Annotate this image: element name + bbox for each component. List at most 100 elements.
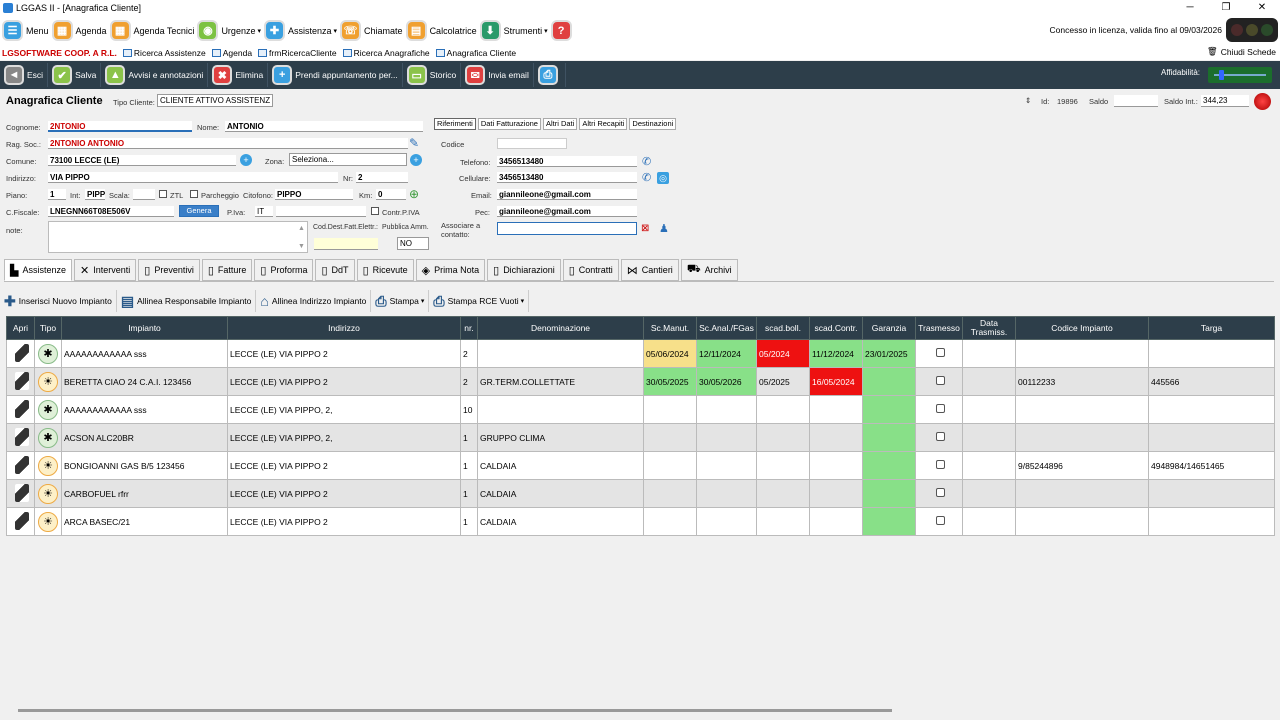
close-all-tabs-button[interactable]: 🗑 Chiudi Schede (1207, 46, 1276, 57)
trasmesso-cell[interactable] (915, 507, 963, 536)
contr-piva-checkbox[interactable] (371, 207, 379, 215)
close-window-button[interactable]: ✕ (1244, 0, 1280, 16)
genera-button[interactable]: Genera (179, 205, 219, 217)
table-row[interactable]: ✱ AAAAAAAAAAAA sss LECCE (LE) VIA PIPPO 22… (6, 339, 1275, 368)
tipo-cliente-select[interactable]: CLIENTE ATTIVO ASSISTENZ (157, 94, 273, 107)
menu-item-6[interactable]: ▤ Calcolatrice (405, 18, 477, 44)
ref-tab-4[interactable]: Destinazioni (629, 118, 677, 130)
open-tab-1[interactable]: Agenda (211, 48, 252, 58)
module-tab-7[interactable]: ◈ Prima Nota (415, 259, 486, 281)
open-tab-4[interactable]: Anagrafica Cliente (435, 48, 516, 58)
column-header[interactable]: Indirizzo (227, 316, 461, 340)
pubblica-select[interactable]: NO (397, 237, 429, 250)
module-tab-2[interactable]: ▯ Preventivi (138, 259, 200, 281)
edit-pencil-icon[interactable] (14, 371, 29, 390)
table-row[interactable]: ☀ BERETTA CIAO 24 C.A.I. 123456 LECCE (LE)… (6, 367, 1275, 396)
open-cell[interactable] (6, 479, 35, 508)
action-button-6[interactable]: ✉ Invia email (465, 63, 534, 87)
open-cell[interactable] (6, 423, 35, 452)
edit-pencil-icon[interactable] (14, 483, 29, 502)
menu-item-2[interactable]: ▦ Agenda Tecnici (109, 18, 194, 44)
table-row[interactable]: ☀ BONGIOANNI GAS B/5 123456 LECCE (LE) VIA… (6, 451, 1275, 480)
column-header[interactable]: Sc.Manut. (643, 316, 697, 340)
codice-field[interactable] (497, 138, 567, 149)
trasmesso-cell[interactable] (915, 451, 963, 480)
affidabilita-slider[interactable] (1208, 67, 1272, 83)
column-header[interactable]: Trasmesso (915, 316, 963, 340)
parcheggio-checkbox[interactable] (190, 190, 198, 198)
trasmesso-cell[interactable] (915, 367, 963, 396)
module-tab-3[interactable]: ▯ Fatture (201, 259, 253, 281)
column-header[interactable]: scad.boll. (756, 316, 810, 340)
associare-field[interactable] (497, 222, 637, 235)
ref-tab-2[interactable]: Altri Dati (542, 118, 578, 130)
ref-tab-0[interactable]: Riferimenti (434, 118, 476, 130)
trasmesso-checkbox[interactable] (935, 516, 945, 525)
scala-field[interactable] (133, 189, 155, 200)
nr-field[interactable]: 2 (356, 172, 408, 183)
impianti-action-3[interactable]: ⎙ Stampa ▾ (375, 290, 430, 312)
module-tab-8[interactable]: ▯ Dichiarazioni (487, 259, 561, 281)
column-header[interactable]: Garanzia (862, 316, 916, 340)
edit-pencil-icon[interactable] (14, 427, 29, 446)
module-tab-1[interactable]: ✕ Interventi (74, 259, 137, 281)
trasmesso-checkbox[interactable] (935, 488, 945, 497)
clear-contact-icon[interactable]: ⊠ (641, 223, 649, 234)
slider-thumb[interactable] (1218, 70, 1224, 80)
column-header[interactable]: Apri (6, 316, 35, 340)
telefono-field[interactable]: 3456513480 (497, 156, 637, 167)
cod-dest-field[interactable] (314, 238, 378, 250)
column-header[interactable]: Denominazione (477, 316, 644, 340)
add-zona-icon[interactable]: + (410, 154, 422, 166)
indirizzo-field[interactable]: VIA PIPPO (48, 172, 338, 183)
add-comune-icon[interactable]: + (240, 154, 252, 166)
edit-pencil-icon[interactable] (14, 399, 29, 418)
ztl-checkbox[interactable] (159, 190, 167, 198)
action-button-2[interactable]: ▲ Avvisi e annotazioni (105, 63, 209, 87)
dropdown-caret-icon[interactable]: ▾ (521, 297, 525, 305)
edit-pencil-icon[interactable] (14, 455, 29, 474)
contact-person-icon[interactable]: ♟ (659, 222, 669, 235)
column-header[interactable]: Sc.Anal./FGas (696, 316, 757, 340)
citofono-field[interactable]: PIPPO (275, 189, 353, 200)
module-tab-6[interactable]: ▯ Ricevute (356, 259, 414, 281)
spinner-icon[interactable]: ⇕ (1025, 96, 1031, 105)
trasmesso-cell[interactable] (915, 423, 963, 452)
ref-tab-1[interactable]: Dati Fatturazione (477, 118, 541, 130)
module-tab-9[interactable]: ▯ Contratti (562, 259, 619, 281)
edit-pencil-icon[interactable] (14, 343, 29, 362)
cellulare-field[interactable]: 3456513480 (497, 172, 637, 183)
edit-pencil-icon[interactable] (14, 511, 29, 530)
dropdown-caret-icon[interactable]: ▾ (421, 297, 425, 305)
open-cell[interactable] (6, 395, 35, 424)
piva-field[interactable] (276, 206, 366, 217)
saldo-field[interactable] (1114, 95, 1158, 107)
action-button-5[interactable]: ▭ Storico (406, 63, 462, 87)
open-tab-0[interactable]: Ricerca Assistenze (122, 48, 206, 58)
column-header[interactable]: Data Trasmiss. (962, 316, 1016, 340)
trasmesso-checkbox[interactable] (935, 404, 945, 413)
whatsapp-icon[interactable]: ◎ (657, 172, 669, 184)
open-cell[interactable] (6, 507, 35, 536)
email-field[interactable]: giannileone@gmail.com (497, 189, 637, 200)
menu-item-8[interactable]: ? (550, 18, 575, 44)
km-field[interactable]: 0 (376, 189, 406, 200)
pec-field[interactable]: giannileone@gmail.com (497, 206, 637, 217)
action-button-0[interactable]: ◄ Esci (4, 63, 49, 87)
table-row[interactable]: ☀ ARCA BASEC/21 LECCE (LE) VIA PIPPO 2 1 CAL… (6, 507, 1275, 536)
piano-field[interactable]: 1 (48, 189, 66, 200)
column-header[interactable]: scad.Contr. (809, 316, 863, 340)
open-cell[interactable] (6, 451, 35, 480)
cf-field[interactable]: LNEGNN66T08E506V (48, 206, 174, 217)
action-button-7[interactable]: ⎙ (537, 63, 566, 87)
int-field[interactable]: PIPPO (85, 189, 105, 200)
action-button-3[interactable]: ✖ Elimina (212, 63, 269, 87)
ref-tab-3[interactable]: Altri Recapiti (579, 118, 628, 130)
column-header[interactable]: Impianto (61, 316, 228, 340)
impianti-action-2[interactable]: ⌂ Allinea Indirizzo Impianto (260, 290, 372, 312)
impianti-action-4[interactable]: ⎙ Stampa RCE Vuoti ▾ (433, 290, 530, 312)
module-tab-4[interactable]: ▯ Proforma (254, 259, 314, 281)
trasmesso-checkbox[interactable] (935, 432, 945, 441)
open-tab-3[interactable]: Ricerca Anagrafiche (342, 48, 430, 58)
impianti-action-1[interactable]: ▤ Allinea Responsabile Impianto (121, 290, 257, 312)
